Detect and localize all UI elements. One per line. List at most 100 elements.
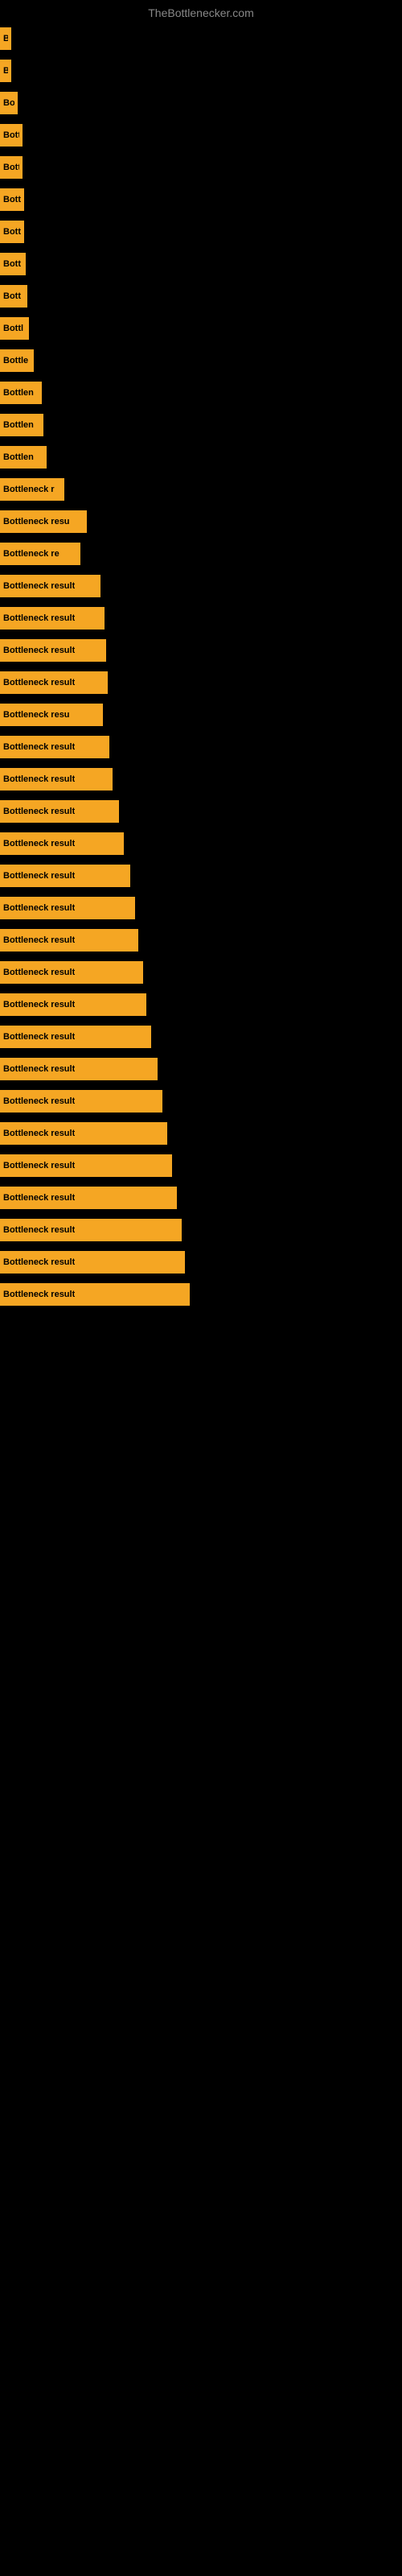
- result-bar: Bottleneck result: [0, 961, 143, 984]
- bar-row: Bottleneck result: [0, 731, 402, 763]
- result-bar: Bottleneck r: [0, 478, 64, 501]
- result-bar: Bottleneck result: [0, 897, 135, 919]
- result-bar: Bottleneck result: [0, 929, 138, 952]
- result-bar: Bottlen: [0, 414, 43, 436]
- bar-row: Bottleneck result: [0, 989, 402, 1021]
- bar-label: Bo: [3, 66, 8, 76]
- bar-row: Bottleneck resu: [0, 699, 402, 731]
- result-bar: Bott: [0, 221, 24, 243]
- bar-row: Bott: [0, 151, 402, 184]
- result-bar: Bottleneck result: [0, 800, 119, 823]
- bar-label: Bottleneck result: [3, 1225, 75, 1235]
- result-bar: Bott: [0, 188, 24, 211]
- bar-row: Bot: [0, 87, 402, 119]
- bar-row: Bottleneck result: [0, 634, 402, 667]
- bar-row: Bottlen: [0, 441, 402, 473]
- bar-label: Bottleneck result: [3, 1290, 75, 1299]
- result-bar: Bottleneck result: [0, 768, 113, 791]
- bar-label: Bottleneck resu: [3, 517, 70, 526]
- bar-label: Bottleneck result: [3, 581, 75, 591]
- bar-row: Bott: [0, 216, 402, 248]
- result-bar: Bottleneck result: [0, 1154, 172, 1177]
- bar-row: Bott: [0, 248, 402, 280]
- result-bar: Bott: [0, 124, 23, 147]
- bar-row: Bottleneck result: [0, 1246, 402, 1278]
- bar-row: Bottlen: [0, 377, 402, 409]
- bar-row: Bottleneck result: [0, 892, 402, 924]
- bar-row: Bottle: [0, 345, 402, 377]
- result-bar: Bottleneck result: [0, 575, 100, 597]
- result-bar: Bottleneck result: [0, 1026, 151, 1048]
- result-bar: Bott: [0, 285, 27, 308]
- result-bar: Bott: [0, 253, 26, 275]
- bar-row: Bottleneck result: [0, 602, 402, 634]
- result-bar: Bottleneck resu: [0, 704, 103, 726]
- result-bar: Bottleneck result: [0, 1219, 182, 1241]
- bar-label: Bottleneck result: [3, 678, 75, 687]
- result-bar: Bo: [0, 27, 11, 50]
- bar-label: Bottleneck result: [3, 1032, 75, 1042]
- result-bar: Bott: [0, 156, 23, 179]
- bar-label: Bottleneck resu: [3, 710, 70, 720]
- bar-label: Bottleneck result: [3, 1000, 75, 1009]
- bar-row: Bottleneck result: [0, 828, 402, 860]
- bar-row: Bottleneck result: [0, 1053, 402, 1085]
- bar-row: Bott: [0, 119, 402, 151]
- bar-label: Bott: [3, 291, 21, 301]
- bar-label: Bottleneck result: [3, 903, 75, 913]
- bar-row: Bottleneck result: [0, 667, 402, 699]
- result-bar: Bot: [0, 92, 18, 114]
- bar-label: Bottleneck result: [3, 774, 75, 784]
- bar-row: Bottleneck result: [0, 795, 402, 828]
- bar-row: Bottleneck result: [0, 1021, 402, 1053]
- bar-label: Bottl: [3, 324, 23, 333]
- bar-row: Bottleneck result: [0, 860, 402, 892]
- bar-label: Bottleneck result: [3, 1161, 75, 1170]
- result-bar: Bottleneck result: [0, 607, 105, 630]
- result-bar: Bottleneck result: [0, 1090, 162, 1113]
- bar-label: Bottleneck result: [3, 935, 75, 945]
- result-bar: Bottleneck result: [0, 1122, 167, 1145]
- bar-label: Bottleneck result: [3, 1096, 75, 1106]
- bar-row: Bottleneck result: [0, 763, 402, 795]
- result-bar: Bottleneck result: [0, 865, 130, 887]
- bar-label: Bott: [3, 259, 21, 269]
- bar-row: Bottleneck result: [0, 924, 402, 956]
- bar-row: Bottleneck result: [0, 1085, 402, 1117]
- bar-label: Bot: [3, 98, 14, 108]
- bar-label: Bottleneck result: [3, 1129, 75, 1138]
- result-bar: Bottl: [0, 317, 29, 340]
- result-bar: Bottleneck result: [0, 832, 124, 855]
- result-bar: Bottleneck result: [0, 1187, 177, 1209]
- result-bar: Bottleneck result: [0, 639, 106, 662]
- result-bar: Bottlen: [0, 446, 47, 469]
- bar-label: Bottle: [3, 356, 28, 365]
- bar-label: Bottleneck result: [3, 1193, 75, 1203]
- bar-label: Bottleneck result: [3, 646, 75, 655]
- result-bar: Bottleneck result: [0, 1283, 190, 1306]
- result-bar: Bo: [0, 60, 11, 82]
- bar-row: Bott: [0, 280, 402, 312]
- bar-row: Bottleneck result: [0, 1150, 402, 1182]
- bar-row: Bottl: [0, 312, 402, 345]
- result-bar: Bottleneck re: [0, 543, 80, 565]
- bar-label: Bottleneck result: [3, 1257, 75, 1267]
- bar-label: Bottleneck result: [3, 807, 75, 816]
- bar-label: Bott: [3, 130, 19, 140]
- bar-label: Bo: [3, 34, 8, 43]
- bar-label: Bottleneck result: [3, 839, 75, 848]
- bar-label: Bott: [3, 195, 21, 204]
- bar-row: Bo: [0, 55, 402, 87]
- site-title: TheBottlenecker.com: [0, 0, 402, 23]
- bar-row: Bottleneck re: [0, 538, 402, 570]
- bar-label: Bottlen: [3, 420, 34, 430]
- bar-row: Bottleneck resu: [0, 506, 402, 538]
- bar-row: Bottleneck result: [0, 570, 402, 602]
- result-bar: Bottleneck resu: [0, 510, 87, 533]
- bar-row: Bottleneck result: [0, 956, 402, 989]
- bar-label: Bottleneck result: [3, 871, 75, 881]
- bar-label: Bottleneck result: [3, 613, 75, 623]
- result-bar: Bottleneck result: [0, 1058, 158, 1080]
- result-bar: Bottlen: [0, 382, 42, 404]
- bar-label: Bottlen: [3, 452, 34, 462]
